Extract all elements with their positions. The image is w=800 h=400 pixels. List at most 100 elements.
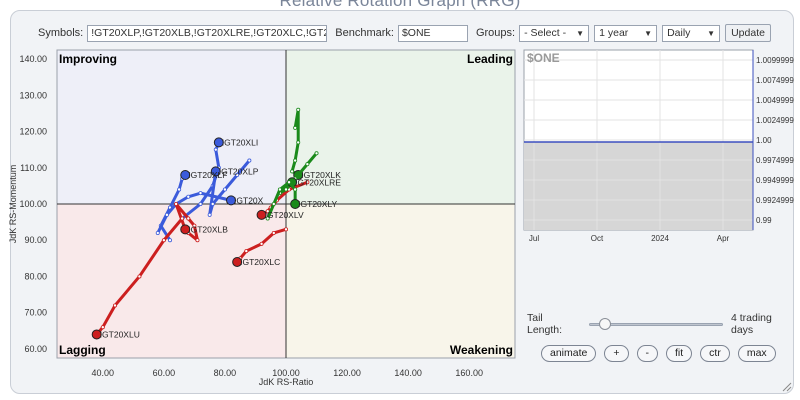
tail-point — [207, 212, 212, 217]
tail-point — [277, 187, 282, 192]
zoom-out-button[interactable]: - — [636, 345, 658, 362]
x-tick-label: 40.00 — [92, 368, 115, 378]
tail-point — [186, 216, 191, 221]
mini-y-tick-label: 0.9924999 — [756, 196, 794, 205]
quadrant-label-weakening: Weakening — [450, 343, 513, 357]
mini-chart-x-ticks: Jul Oct 2024 Apr — [529, 234, 730, 243]
tail-length-value: 4 trading days — [731, 312, 772, 336]
max-button[interactable]: max — [737, 345, 776, 362]
x-tick-label: 80.00 — [214, 368, 237, 378]
mini-chart-title: $ONE — [527, 51, 560, 65]
symbol-label: !GT20XLRE — [295, 177, 341, 187]
tail-point — [180, 216, 185, 221]
tail-point — [198, 201, 203, 206]
tail-point — [164, 212, 169, 217]
y-tick-label: 140.00 — [19, 54, 47, 64]
mini-y-tick-label: 1.0024999 — [756, 116, 794, 125]
tail-point — [174, 201, 179, 206]
tail-point — [290, 169, 295, 174]
tail-length-control: Tail Length: 4 trading days — [527, 312, 795, 336]
tail-point — [293, 187, 298, 192]
mini-chart-y-ticks: 1.0099999 1.0074999 1.0049999 1.0024999 1.00… — [756, 56, 794, 225]
tail-point — [293, 158, 298, 163]
tail-point — [155, 230, 160, 235]
y-tick-label: 110.00 — [20, 163, 47, 173]
tail-point — [161, 238, 166, 243]
symbol-label: !GT20XLI — [222, 137, 258, 147]
x-tick-label: 120.00 — [333, 368, 361, 378]
tail-point — [296, 140, 301, 145]
quadrant-label-lagging: Lagging — [59, 343, 106, 357]
center-button[interactable]: ctr — [700, 345, 730, 362]
mini-chart: $ONE 1.0099999 1.0074999 1.0049999 1.002499… — [523, 49, 794, 243]
zoom-in-button[interactable]: + — [604, 345, 629, 362]
symbol-label: !GT20XLV — [265, 210, 304, 220]
fit-button[interactable]: fit — [666, 345, 693, 362]
symbol-label: !GT20X — [234, 195, 264, 205]
quadrant-lagging — [57, 204, 286, 358]
y-tick-label: 80.00 — [24, 271, 47, 281]
animate-button[interactable]: animate — [541, 345, 597, 362]
symbol-label: !GT20XLU — [100, 329, 140, 339]
x-axis-title: JdK RS-Ratio — [259, 377, 314, 387]
y-axis-ticks: 140.00 130.00 120.00 110.00 100.00 90.00 80.00… — [19, 54, 47, 354]
mini-y-tick-label: 1.0099999 — [756, 56, 794, 65]
tail-length-slider[interactable] — [589, 318, 723, 330]
quadrant-weakening — [286, 204, 515, 358]
y-axis-title: JdK RS-Momentum — [8, 165, 18, 244]
quadrant-label-leading: Leading — [467, 52, 513, 66]
y-tick-label: 130.00 — [19, 90, 47, 100]
y-tick-label: 60.00 — [24, 344, 47, 354]
mini-y-tick-label: 1.00 — [756, 136, 772, 145]
tail-point — [210, 201, 215, 206]
tail-point — [177, 187, 182, 192]
tail-point — [283, 187, 288, 192]
tail-point — [244, 249, 249, 254]
mini-y-tick-label: 1.0049999 — [756, 96, 794, 105]
symbol-label: !GT20XLY — [298, 199, 337, 209]
tail-point — [198, 191, 203, 196]
symbol-label: !GT20XLC — [240, 257, 280, 267]
tail-point — [305, 162, 310, 167]
mini-x-tick-label: Oct — [591, 234, 604, 243]
tail-point — [247, 158, 252, 163]
tail-point — [314, 151, 319, 156]
tail-point — [287, 180, 292, 185]
slider-thumb[interactable] — [599, 318, 612, 330]
tail-point — [195, 238, 200, 243]
resize-handle-icon[interactable] — [782, 382, 792, 392]
tail-length-label: Tail Length: — [527, 312, 563, 336]
tail-point — [259, 241, 264, 246]
tail-point — [293, 125, 298, 130]
quadrant-improving — [57, 50, 286, 204]
chart-controls: animate + - fit ctr max — [541, 345, 776, 362]
mini-y-tick-label: 0.9974999 — [756, 156, 794, 165]
tail-point — [113, 303, 118, 308]
symbol-label: !GT20XLF — [188, 170, 227, 180]
mini-chart-fill — [524, 142, 753, 230]
tail-point — [167, 238, 172, 243]
plot-area — [56, 49, 516, 359]
mini-x-tick-label: Jul — [529, 234, 539, 243]
tail-point — [137, 274, 142, 279]
mini-x-tick-label: 2024 — [651, 234, 669, 243]
tail-point — [283, 227, 288, 232]
rrg-chart[interactable]: Improving Leading Lagging Weakening 40.0… — [0, 0, 800, 400]
x-tick-label: 60.00 — [153, 368, 176, 378]
tail-point — [271, 201, 276, 206]
y-tick-label: 120.00 — [19, 127, 47, 137]
mini-y-tick-label: 0.99 — [756, 216, 772, 225]
tail-point — [296, 107, 301, 112]
mini-x-tick-label: Apr — [717, 234, 730, 243]
tail-point — [213, 147, 218, 152]
tail-point — [222, 187, 227, 192]
x-tick-label: 140.00 — [394, 368, 422, 378]
tail-point — [271, 230, 276, 235]
y-tick-label: 100.00 — [19, 199, 47, 209]
mini-y-tick-label: 0.9949999 — [756, 176, 794, 185]
mini-y-tick-label: 1.0074999 — [756, 76, 794, 85]
tail-point — [100, 325, 105, 330]
quadrant-label-improving: Improving — [59, 52, 117, 66]
y-tick-label: 70.00 — [24, 308, 47, 318]
symbol-label: !GT20XLB — [188, 224, 228, 234]
